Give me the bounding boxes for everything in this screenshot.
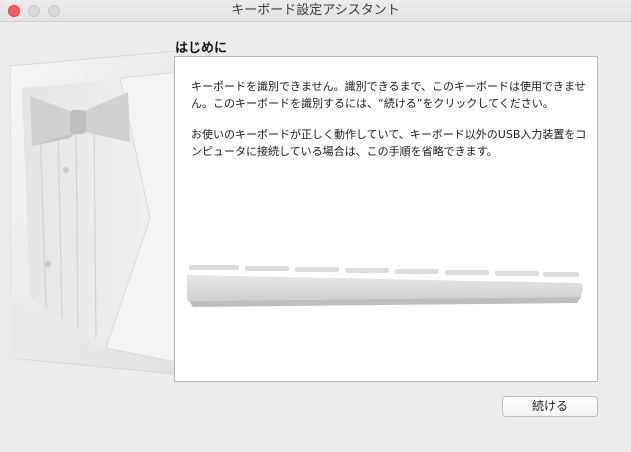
message-panel: キーボードを識別できません。識別できるまで、このキーボードは使用できません。この…: [174, 56, 598, 382]
window-title: キーボード設定アシスタント: [231, 3, 400, 18]
message-paragraph-2: お使いのキーボードが正しく動作していて、キーボード以外のUSB入力装置をコンピュ…: [191, 128, 587, 158]
title-bar[interactable]: キーボード設定アシスタント: [0, 0, 631, 22]
setup-assistant-window: キーボード設定アシスタント はじめに キーボードを識別できません。識別できるまで…: [0, 0, 631, 452]
page-heading: はじめに: [175, 41, 228, 56]
keyboard-image: [187, 265, 583, 307]
message-paragraph-1: キーボードを識別できません。識別できるまで、このキーボードは使用できません。この…: [191, 80, 586, 110]
continue-button[interactable]: 続ける: [502, 396, 598, 417]
